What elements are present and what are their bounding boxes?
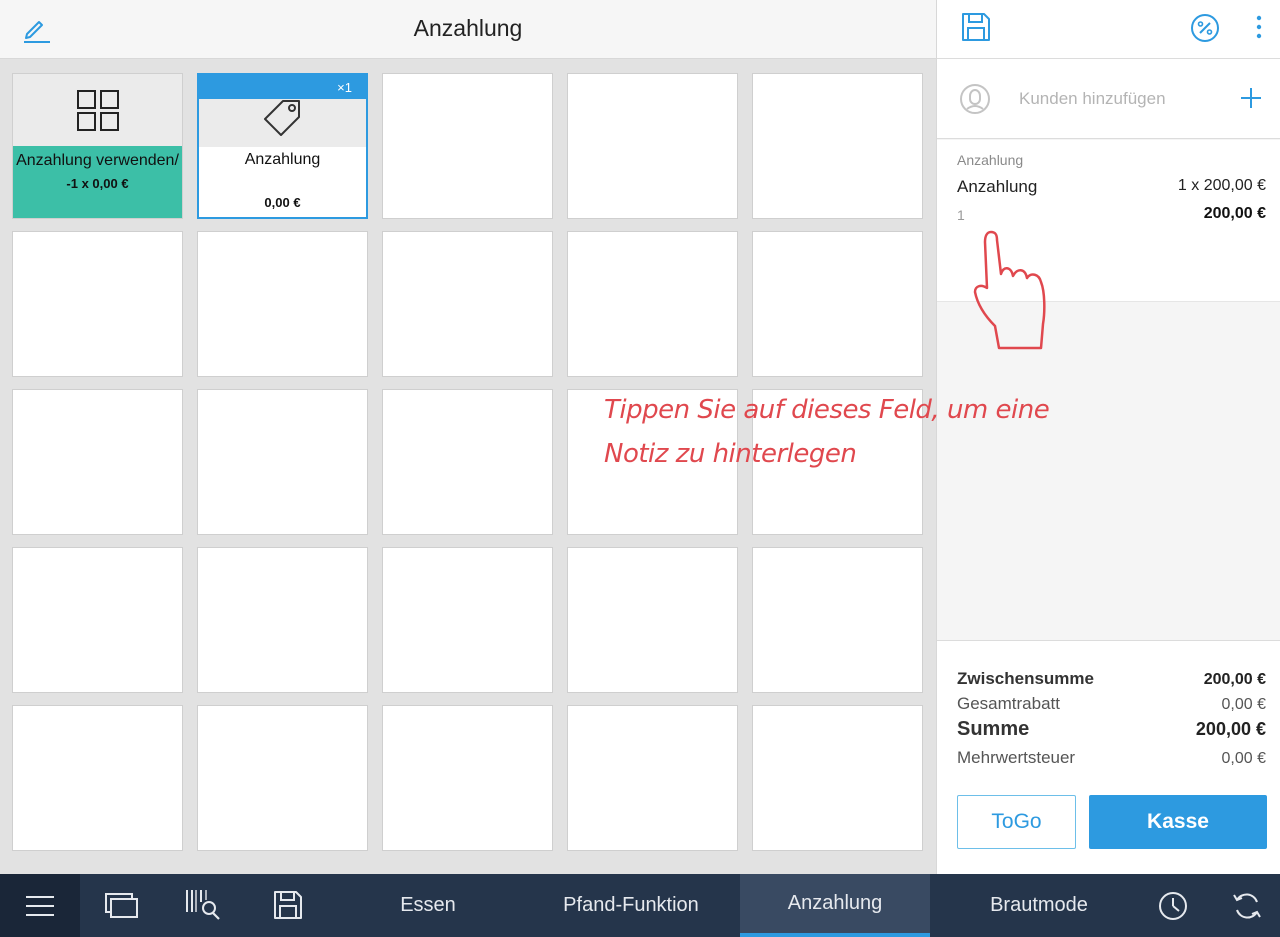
clock-icon[interactable]	[1157, 890, 1189, 922]
discount-value: 0,00 €	[1221, 696, 1266, 713]
empty-tile[interactable]	[12, 389, 183, 535]
empty-tile[interactable]	[382, 73, 553, 219]
empty-tile[interactable]	[752, 705, 923, 851]
order-toolbar	[937, 0, 1280, 59]
empty-tile[interactable]	[12, 705, 183, 851]
empty-tile[interactable]	[197, 231, 368, 377]
subtotal-value: 200,00 €	[1203, 671, 1266, 688]
totals-section: Zwischensumme 200,00 € Gesamtrabatt 0,00…	[937, 640, 1280, 874]
add-customer-row[interactable]: Kunden hinzufügen	[937, 59, 1280, 139]
togo-button[interactable]: ToGo	[957, 795, 1076, 849]
empty-tile[interactable]	[567, 73, 738, 219]
empty-tile[interactable]	[12, 231, 183, 377]
plus-icon[interactable]	[1239, 86, 1263, 110]
empty-tile[interactable]	[197, 389, 368, 535]
empty-tile[interactable]	[752, 389, 923, 535]
discount-row: Gesamtrabatt 0,00 €	[957, 694, 1266, 714]
line-item-name: Anzahlung	[957, 177, 1038, 196]
empty-tile[interactable]	[567, 389, 738, 535]
tab-anzahlung[interactable]: Anzahlung	[740, 874, 930, 937]
empty-tile[interactable]	[752, 547, 923, 693]
barcode-search-icon[interactable]	[184, 888, 224, 922]
tab-pfand-funktion[interactable]: Pfand-Funktion	[522, 874, 740, 937]
vat-label: Mehrwertsteuer	[957, 748, 1076, 767]
add-customer-placeholder: Kunden hinzufügen	[1019, 89, 1166, 108]
subtotal-label: Zwischensumme	[957, 669, 1094, 688]
tab-brautmode[interactable]: Brautmode	[946, 874, 1132, 937]
empty-tile[interactable]	[567, 231, 738, 377]
save-icon[interactable]	[961, 11, 991, 43]
product-grid: Anzahlung verwenden/ -1 x 0,00 € ×1 Anza…	[12, 73, 923, 855]
top-bar: Anzahlung	[0, 0, 936, 59]
folder-tile-anzahlung-verwenden[interactable]: Anzahlung verwenden/ -1 x 0,00 €	[12, 73, 183, 219]
tile-qty-price: -1 x 0,00 €	[66, 176, 129, 191]
tile-name: Anzahlung	[244, 151, 321, 168]
sum-value: 200,00 €	[1195, 719, 1266, 739]
empty-tile[interactable]	[382, 389, 553, 535]
vat-value: 0,00 €	[1221, 750, 1266, 767]
bottom-nav: Essen Pfand-Funktion Anzahlung Brautmode	[0, 874, 1280, 937]
page-title: Anzahlung	[413, 15, 523, 41]
more-icon[interactable]	[1249, 12, 1269, 42]
person-icon	[960, 84, 990, 114]
empty-tile[interactable]	[197, 547, 368, 693]
tile-name: Anzahlung verwenden/	[16, 152, 179, 169]
subtotal-row: Zwischensumme 200,00 €	[957, 669, 1266, 689]
screens-icon[interactable]	[104, 892, 140, 920]
tab-essen[interactable]: Essen	[340, 874, 516, 937]
hand-pointer-icon	[973, 230, 1046, 350]
cart-line-item[interactable]: Anzahlung Anzahlung 1 x 200,00 € 1 200,0…	[937, 140, 1280, 350]
quantity-badge: ×1	[337, 80, 352, 95]
product-tile-anzahlung[interactable]: ×1 Anzahlung 0,00 €	[197, 73, 368, 219]
discount-label: Gesamtrabatt	[957, 694, 1060, 713]
line-item-qty-price: 1 x 200,00 €	[1177, 177, 1266, 194]
line-item-total: 200,00 €	[1203, 205, 1266, 222]
empty-tile[interactable]	[382, 231, 553, 377]
sync-icon[interactable]	[1231, 890, 1263, 922]
empty-tile[interactable]	[197, 705, 368, 851]
line-item-position: 1	[957, 207, 965, 223]
menu-icon	[26, 895, 54, 916]
tag-icon	[264, 100, 300, 136]
vat-row: Mehrwertsteuer 0,00 €	[957, 748, 1266, 768]
menu-button[interactable]	[0, 874, 80, 937]
order-panel: Kunden hinzufügen Anzahlung Anzahlung 1 …	[936, 0, 1280, 874]
grid-icon	[76, 89, 119, 131]
empty-tile[interactable]	[752, 73, 923, 219]
sum-row: Summe 200,00 €	[957, 718, 1266, 741]
empty-tile[interactable]	[567, 705, 738, 851]
save-icon[interactable]	[273, 889, 303, 921]
discount-icon[interactable]	[1189, 12, 1221, 44]
tile-price: 0,00 €	[264, 195, 301, 210]
empty-tile[interactable]	[382, 705, 553, 851]
empty-tile[interactable]	[382, 547, 553, 693]
checkout-button[interactable]: Kasse	[1089, 795, 1267, 849]
sum-label: Summe	[957, 718, 1030, 740]
empty-tile[interactable]	[752, 231, 923, 377]
empty-tile[interactable]	[567, 547, 738, 693]
line-item-group: Anzahlung	[957, 152, 1024, 168]
empty-tile[interactable]	[12, 547, 183, 693]
